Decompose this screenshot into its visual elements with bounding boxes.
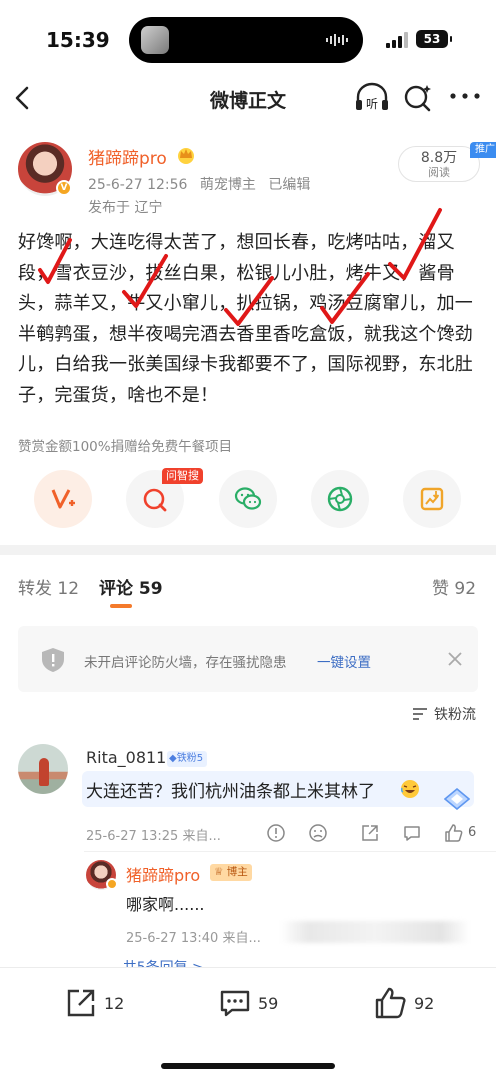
bottom-action-bar: 12 59 92 [0,968,496,1080]
moments-aperture-icon [327,486,353,512]
dislike-face-icon[interactable] [308,823,328,843]
crown-icon [178,148,194,164]
blurred-overlay [280,921,470,943]
sort-button[interactable]: 铁粉流 [412,704,476,724]
tab-comments[interactable]: 评论 59 [99,574,163,599]
tab-comments-count: 59 [138,579,163,599]
reply-meta: 25-6-27 13:40 来自... [126,931,261,946]
reads-counter[interactable]: 8.8万 阅读 [398,146,480,182]
comment-meta: 25-6-27 13:25 来自... [86,829,221,844]
interaction-tabs: 转发 12 评论 59 赞 92 [0,560,496,610]
reply-verified-icon [106,878,118,890]
more-options-icon[interactable] [448,90,482,102]
reward-v-icon [51,489,75,509]
comment-text: 大连还苦？我们杭州油条都上米其林了 [86,782,375,802]
post-body: 好馋啊，大连吃得太苦了，想回长春，吃烤咕咕，溜又段，雪衣豆沙，拔丝白果，松银儿小… [18,232,473,406]
close-icon[interactable] [446,650,464,668]
share-wechat-button[interactable] [219,470,277,528]
comment-like-count: 6 [468,825,477,840]
repost-button[interactable]: 12 [64,986,144,1022]
tab-likes-count: 92 [454,579,477,599]
signal-icon [386,32,408,48]
comment-reply-icon[interactable] [402,823,422,843]
blogger-badge: ♕ 博主 [210,864,252,881]
commenter-avatar[interactable] [18,744,68,794]
post-location: 发布于 辽宁 [88,200,163,216]
repost-count: 12 [104,994,125,1013]
verified-badge-icon: V [56,180,72,196]
comment-count: 59 [258,994,279,1013]
blogger-badge-label: 博主 [226,866,248,878]
home-indicator[interactable] [161,1063,335,1069]
sort-label: 铁粉流 [434,707,476,723]
comment-repost-icon[interactable] [360,823,380,843]
like-count: 92 [414,994,435,1013]
share-moments-button[interactable] [311,470,369,528]
post-header: V 猪蹄蹄pro 25-6-27 12:56 萌宠博主 已编辑 发布于 辽宁 8… [18,140,496,218]
listen-label: 听 [366,97,378,111]
tab-repost-count: 12 [57,579,80,599]
post-meta: 25-6-27 12:56 萌宠博主 已编辑 [88,174,318,194]
wechat-icon [234,487,262,510]
laughing-emoji-icon [400,780,419,798]
diamond-decoration-icon [444,788,470,810]
reply-author-name[interactable]: 猪蹄蹄pro [126,862,200,886]
promote-tag[interactable]: 推广 [470,142,496,158]
audio-wave-icon [326,34,348,46]
repost-icon [67,989,95,1017]
save-image-button[interactable] [403,470,461,528]
reads-label: 阅读 [428,166,450,179]
like-button[interactable]: 92 [374,986,454,1022]
post-category: 萌宠博主 [199,177,256,193]
section-divider [0,545,496,555]
shield-icon [42,648,64,672]
commenter-name[interactable]: Rita_0811 [86,748,166,767]
nav-bar: 微博正文 听 [0,76,496,120]
comment-firewall-notice: 未开启评论防火墙，存在骚扰隐患 一键设置 [18,626,478,692]
battery-icon: 53 [416,30,452,48]
thumbs-up-icon [375,987,406,1019]
reward-button[interactable] [34,470,92,528]
fan-level-badge: ◆铁粉5 [167,751,208,767]
image-download-icon [420,487,444,511]
tab-comments-label: 评论 [99,579,133,599]
dynamic-island[interactable] [129,17,363,63]
listen-headphones-icon[interactable]: 听 [354,82,390,114]
status-bar: 15:39 53 [0,0,496,76]
post-edited: 已编辑 [268,177,311,193]
donate-note: 赞赏金额100%捐赠给免费午餐项目 [18,439,233,455]
firewall-message: 未开启评论防火墙，存在骚扰隐患 [84,655,287,671]
author-name[interactable]: 猪蹄蹄pro [88,144,167,169]
tab-repost[interactable]: 转发 12 [18,574,79,599]
post-actions: 问智搜 [0,468,496,532]
fan-level-label: 铁粉5 [176,753,204,764]
ask-tag: 问智搜 [162,468,203,484]
reply-text: 哪家啊...... [126,895,205,914]
tab-likes[interactable]: 赞 92 [432,574,476,599]
reads-count: 8.8万 [420,150,458,166]
reply-separator [84,851,496,852]
post-date: 25-6-27 12:56 [88,177,188,193]
ai-ask-icon [143,488,167,512]
status-time: 15:39 [46,28,110,52]
comment-button[interactable]: 59 [218,986,298,1022]
comment-like-icon[interactable] [444,823,464,843]
tab-repost-label: 转发 [18,579,52,599]
tab-likes-label: 赞 [432,579,449,599]
ai-search-icon[interactable] [402,82,434,114]
comment-bubble-icon [220,990,250,1017]
back-icon[interactable] [10,84,36,112]
active-tab-indicator [110,604,132,608]
report-icon[interactable] [266,823,286,843]
firewall-setup-link[interactable]: 一键设置 [317,651,371,671]
music-thumbnail [141,26,169,54]
